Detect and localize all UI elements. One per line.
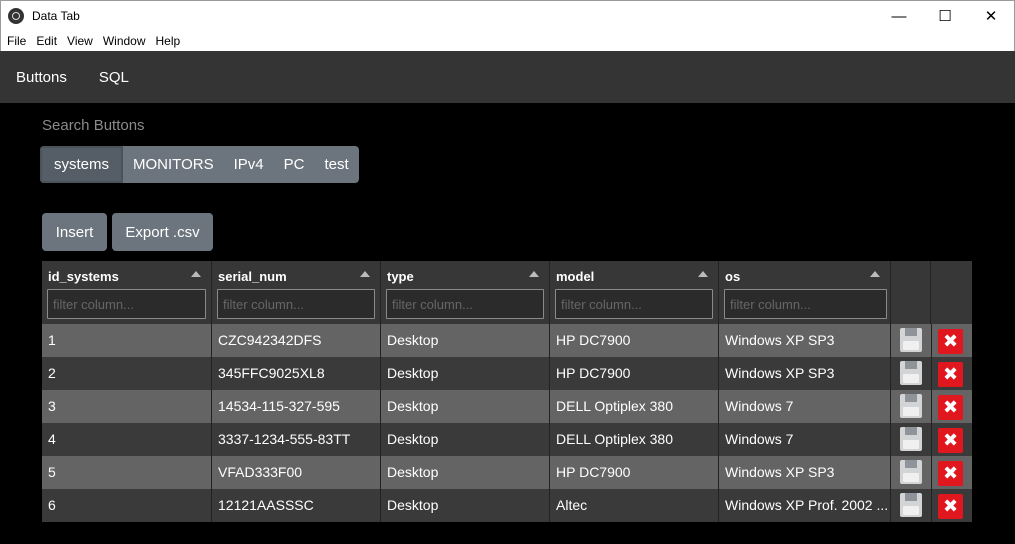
cell-id: 5: [42, 456, 212, 489]
save-icon[interactable]: [900, 328, 922, 352]
app-icon: [8, 8, 24, 24]
cell-id: 3: [42, 390, 212, 423]
save-icon[interactable]: [900, 361, 922, 385]
column-label: type: [387, 269, 414, 284]
column-header-delete: [931, 261, 972, 324]
button-monitors[interactable]: MONITORS: [123, 146, 224, 183]
maximize-button[interactable]: ☐: [922, 1, 968, 31]
cell-type: Desktop: [381, 390, 550, 423]
button-ipv4[interactable]: IPv4: [224, 146, 274, 183]
save-icon[interactable]: [900, 493, 922, 517]
nav-sql[interactable]: SQL: [99, 69, 129, 86]
cell-serial: VFAD333F00: [212, 456, 381, 489]
cell-id: 6: [42, 489, 212, 522]
sort-arrow-icon[interactable]: [360, 271, 370, 277]
app-nav: Buttons SQL: [0, 51, 1015, 103]
cell-os: Windows 7: [719, 423, 891, 456]
cell-serial: 3337-1234-555-83TT: [212, 423, 381, 456]
close-window-button[interactable]: ✕: [968, 1, 1014, 31]
cell-type: Desktop: [381, 324, 550, 357]
cell-os: Windows 7: [719, 390, 891, 423]
table-row: 4 3337-1234-555-83TT Desktop DELL Optipl…: [42, 423, 972, 456]
button-test[interactable]: test: [314, 146, 358, 183]
cell-serial: 345FFC9025XL8: [212, 357, 381, 390]
delete-icon[interactable]: ✖: [938, 494, 963, 519]
window-controls: — ☐ ✕: [876, 1, 1014, 31]
table-button-group: systems MONITORS IPv4 PC test: [40, 146, 359, 183]
cell-model: HP DC7900: [550, 324, 719, 357]
column-label: os: [725, 269, 741, 284]
cell-model: Altec: [550, 489, 719, 522]
cell-serial: 14534-115-327-595: [212, 390, 381, 423]
column-header-save: [891, 261, 931, 324]
menu-help[interactable]: Help: [151, 31, 186, 51]
filter-input-type[interactable]: [386, 289, 544, 319]
save-icon[interactable]: [900, 394, 922, 418]
delete-icon[interactable]: ✖: [938, 395, 963, 420]
search-buttons-label: Search Buttons: [42, 117, 145, 134]
insert-button[interactable]: Insert: [42, 213, 107, 251]
cell-type: Desktop: [381, 456, 550, 489]
table-row: 1 CZC942342DFS Desktop HP DC7900 Windows…: [42, 324, 972, 357]
table-row: 2 345FFC9025XL8 Desktop HP DC7900 Window…: [42, 357, 972, 390]
cell-id: 1: [42, 324, 212, 357]
cell-type: Desktop: [381, 489, 550, 522]
cell-serial: 12121AASSSC: [212, 489, 381, 522]
export-csv-button[interactable]: Export .csv: [112, 213, 213, 251]
cell-model: DELL Optiplex 380: [550, 423, 719, 456]
sort-arrow-icon[interactable]: [870, 271, 880, 277]
delete-icon[interactable]: ✖: [938, 362, 963, 387]
table-header: id_systems serial_num type model os: [42, 261, 972, 324]
minimize-button[interactable]: —: [876, 1, 922, 31]
cell-os: Windows XP SP3: [719, 324, 891, 357]
button-pc[interactable]: PC: [274, 146, 315, 183]
cell-os: Windows XP SP3: [719, 357, 891, 390]
menu-file[interactable]: File: [2, 31, 31, 51]
column-header-type: type: [381, 261, 550, 324]
cell-id: 4: [42, 423, 212, 456]
filter-input-serial-num[interactable]: [217, 289, 375, 319]
save-icon[interactable]: [900, 427, 922, 451]
column-header-model: model: [550, 261, 719, 324]
column-label: id_systems: [48, 269, 119, 284]
cell-type: Desktop: [381, 357, 550, 390]
cell-serial: CZC942342DFS: [212, 324, 381, 357]
filter-input-id-systems[interactable]: [47, 289, 206, 319]
column-header-id-systems: id_systems: [42, 261, 212, 324]
cell-type: Desktop: [381, 423, 550, 456]
cell-model: DELL Optiplex 380: [550, 390, 719, 423]
filter-input-model[interactable]: [555, 289, 713, 319]
delete-icon[interactable]: ✖: [938, 329, 963, 354]
cell-model: HP DC7900: [550, 456, 719, 489]
table-row: 6 12121AASSSC Desktop Altec Windows XP P…: [42, 489, 972, 522]
cell-model: HP DC7900: [550, 357, 719, 390]
column-header-serial-num: serial_num: [212, 261, 381, 324]
title-bar: Data Tab — ☐ ✕: [0, 0, 1015, 31]
column-header-os: os: [719, 261, 891, 324]
save-icon[interactable]: [900, 460, 922, 484]
cell-id: 2: [42, 357, 212, 390]
data-table: id_systems serial_num type model os 1: [42, 261, 972, 522]
menu-bar: File Edit View Window Help: [0, 31, 1015, 51]
button-systems[interactable]: systems: [40, 146, 124, 183]
menu-view[interactable]: View: [62, 31, 98, 51]
table-row: 5 VFAD333F00 Desktop HP DC7900 Windows X…: [42, 456, 972, 489]
delete-icon[interactable]: ✖: [938, 428, 963, 453]
delete-icon[interactable]: ✖: [938, 461, 963, 486]
menu-window[interactable]: Window: [98, 31, 151, 51]
column-label: serial_num: [218, 269, 287, 284]
sort-arrow-icon[interactable]: [529, 271, 539, 277]
filter-input-os[interactable]: [724, 289, 887, 319]
column-label: model: [556, 269, 595, 284]
nav-buttons[interactable]: Buttons: [16, 69, 67, 86]
cell-os: Windows XP Prof. 2002 ...: [719, 489, 891, 522]
window-title: Data Tab: [32, 9, 80, 23]
menu-edit[interactable]: Edit: [31, 31, 62, 51]
sort-arrow-icon[interactable]: [698, 271, 708, 277]
table-row: 3 14534-115-327-595 Desktop DELL Optiple…: [42, 390, 972, 423]
sort-arrow-icon[interactable]: [191, 271, 201, 277]
cell-os: Windows XP SP3: [719, 456, 891, 489]
